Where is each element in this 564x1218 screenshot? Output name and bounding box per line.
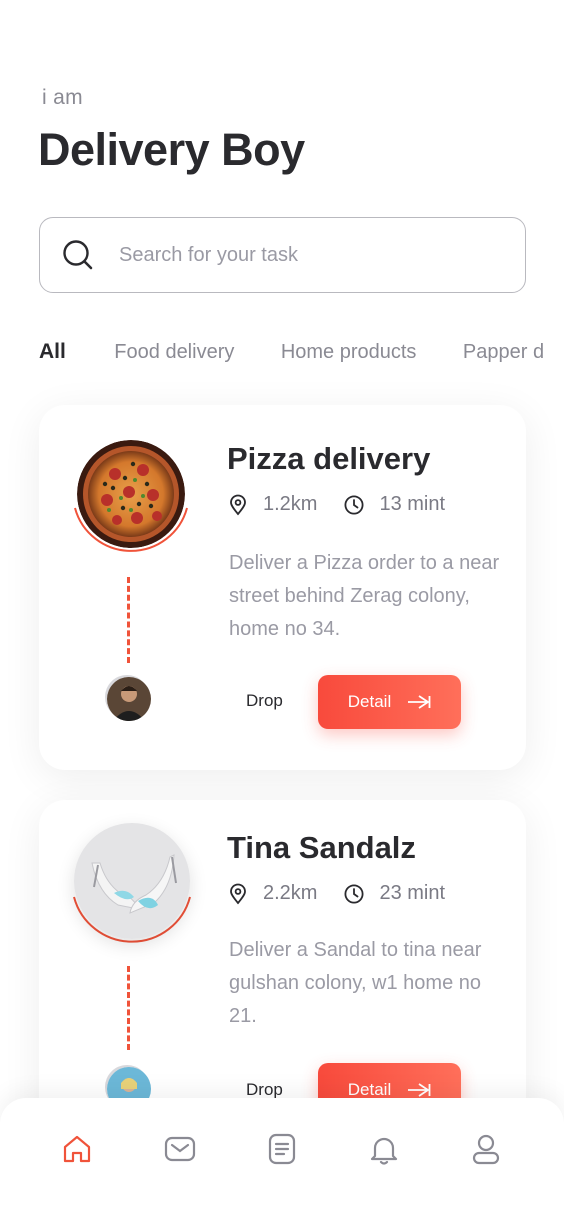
location-pin-icon [230, 883, 246, 904]
pizza-image [77, 440, 185, 548]
task-card-pizza[interactable]: Pizza delivery 1.2km 13 mint Deliver a P… [39, 405, 526, 770]
task-description: Deliver a Sandal to tina near gulshan co… [229, 939, 482, 1027]
category-tabs: All Food delivery Home products Papper d [39, 340, 564, 370]
tab-all[interactable]: All [39, 340, 66, 364]
home-icon[interactable] [60, 1132, 94, 1166]
task-time: 13 mint [379, 493, 446, 515]
clock-icon [344, 494, 364, 515]
mail-icon[interactable] [163, 1132, 197, 1166]
drop-button[interactable]: Drop [246, 1080, 283, 1100]
location-pin-icon [230, 494, 246, 515]
bell-icon[interactable] [367, 1132, 401, 1166]
document-icon[interactable] [265, 1132, 299, 1166]
page-title: Delivery Boy [38, 124, 305, 175]
task-description: Deliver a Pizza order to a near street b… [229, 552, 500, 640]
tab-food-delivery[interactable]: Food delivery [114, 341, 234, 364]
route-line [127, 966, 130, 1050]
task-distance: 2.2km [263, 882, 318, 904]
arrow-right-icon [408, 1083, 431, 1097]
route-line [127, 577, 130, 663]
search-icon [63, 240, 93, 270]
arrow-right-icon [408, 695, 431, 709]
avatar [107, 677, 151, 721]
tab-home-products[interactable]: Home products [281, 341, 417, 364]
tab-papper[interactable]: Papper d [463, 341, 544, 364]
task-title: Pizza delivery [227, 441, 431, 476]
task-time: 23 mint [379, 882, 446, 904]
bottom-navigation [0, 1098, 564, 1218]
detail-label: Detail [347, 1080, 392, 1099]
task-meta: 2.2km 23 mint [227, 882, 445, 905]
profile-icon[interactable] [469, 1132, 503, 1166]
detail-button[interactable]: Detail [318, 675, 461, 729]
greeting-text: i am [42, 86, 83, 109]
search-input[interactable]: Search for your task [39, 217, 526, 293]
task-distance: 1.2km [263, 493, 318, 515]
sandals-image [74, 823, 190, 939]
task-meta: 1.2km 13 mint [227, 493, 445, 516]
drop-button[interactable]: Drop [246, 691, 283, 711]
search-placeholder: Search for your task [119, 243, 298, 266]
detail-label: Detail [347, 692, 392, 711]
clock-icon [344, 883, 364, 904]
task-title: Tina Sandalz [227, 830, 416, 865]
